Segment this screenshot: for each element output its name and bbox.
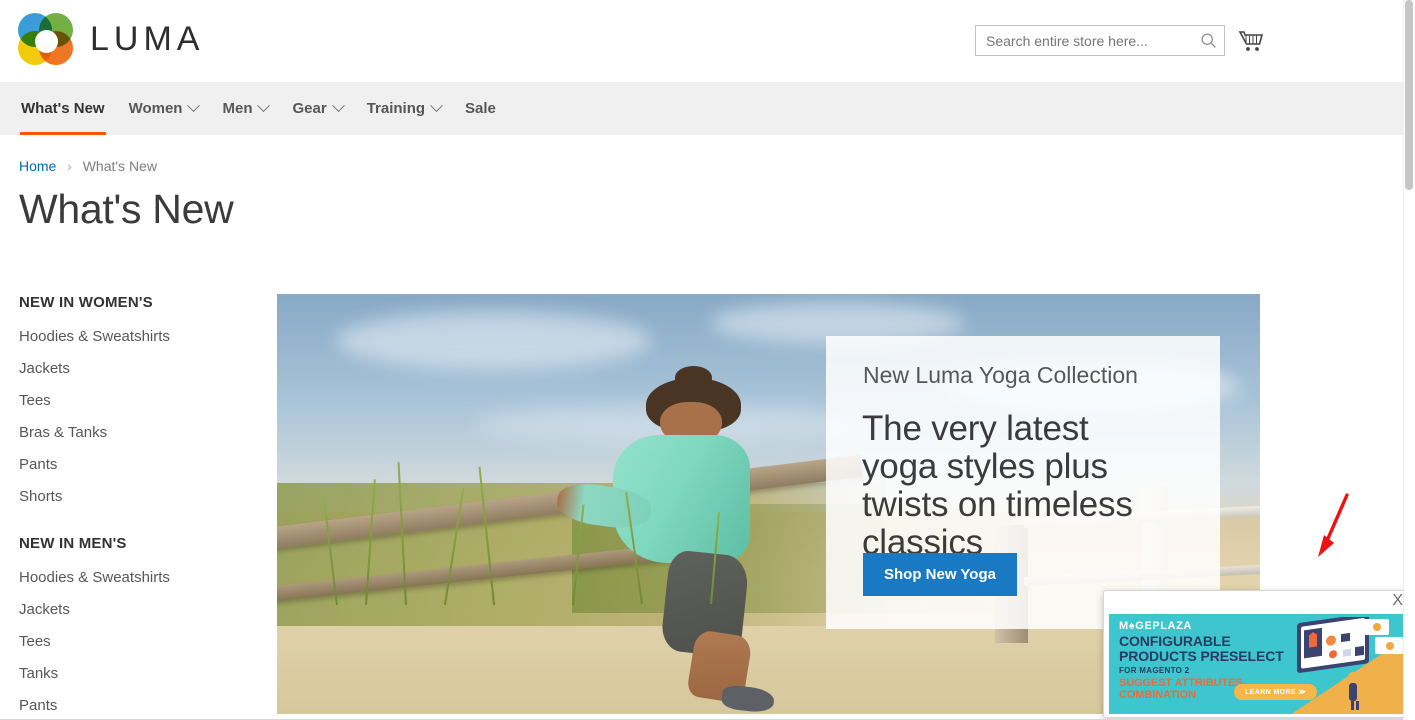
chevron-down-icon (187, 99, 201, 113)
sidebar: NEW IN WOMEN'S Hoodies & Sweatshirts Jac… (19, 294, 259, 720)
breadcrumb-home-link[interactable]: Home (19, 158, 56, 174)
sidebar-group-title: NEW IN MEN'S (19, 535, 127, 552)
nav-item-training[interactable]: Training (355, 82, 453, 135)
page-scrollbar[interactable] (1403, 0, 1415, 720)
sidebar-item-women-hoodies[interactable]: Hoodies & Sweatshirts (19, 328, 259, 345)
scrollbar-thumb[interactable] (1405, 0, 1413, 190)
logo-center-hole (34, 29, 58, 53)
chevron-down-icon (430, 99, 443, 113)
promo-eyebrow: New Luma Yoga Collection (863, 362, 1138, 388)
hero-promo-card: New Luma Yoga Collection The very latest… (826, 336, 1220, 629)
sidebar-item-women-jackets[interactable]: Jackets (19, 360, 259, 377)
nav-item-whats-new[interactable]: What's New (9, 82, 117, 135)
nav-item-sale[interactable]: Sale (453, 82, 508, 135)
main-navigation: What's New Women Men Gear Training Sale (0, 82, 1403, 135)
cart-button[interactable] (1236, 26, 1266, 56)
sidebar-item-women-tees[interactable]: Tees (19, 392, 259, 409)
ad-tagline-line2: COMBINATION (1119, 689, 1196, 701)
ad-banner[interactable]: M♠GEPLAZA CONFIGURABLE PRODUCTS PRESELEC… (1109, 614, 1409, 714)
nav-label: Training (366, 100, 426, 117)
red-arrow-annotation-icon (1318, 493, 1349, 557)
luma-rings-logo-icon (18, 11, 74, 67)
sidebar-item-women-bras-tanks[interactable]: Bras & Tanks (19, 424, 259, 441)
site-header: LUMA (0, 0, 1403, 82)
breadcrumb-separator-icon: › (67, 158, 72, 174)
shop-new-yoga-button[interactable]: Shop New Yoga (863, 553, 1017, 596)
nav-item-gear[interactable]: Gear (280, 82, 354, 135)
breadcrumb: Home › What's New (19, 158, 157, 174)
shopping-cart-icon (1238, 31, 1264, 51)
ad-tagline-line1: SUGGEST ATTRIBUTES (1119, 677, 1243, 689)
search-button[interactable] (1192, 26, 1224, 55)
nav-label: Gear (292, 100, 327, 117)
popup-close-button[interactable]: X (1392, 592, 1403, 610)
hero-cloud (335, 310, 651, 370)
ad-title-line2: PRODUCTS PRESELECT (1119, 648, 1284, 664)
search-icon (1200, 33, 1216, 48)
search-box[interactable] (975, 25, 1225, 56)
browser-page: LUMA What's Ne (0, 0, 1415, 720)
ad-subtitle: FOR MAGENTO 2 (1119, 666, 1190, 675)
logo-wordmark: LUMA (90, 19, 205, 58)
sidebar-item-men-jackets[interactable]: Jackets (19, 601, 259, 618)
promo-headline: The very latest yoga styles plus twists … (862, 409, 1133, 562)
breadcrumb-current: What's New (82, 158, 157, 174)
sidebar-item-men-hoodies[interactable]: Hoodies & Sweatshirts (19, 569, 259, 586)
nav-item-men[interactable]: Men (210, 82, 280, 135)
ad-illustration-icon (1297, 617, 1403, 710)
chevron-down-icon (257, 99, 271, 113)
luma-logo[interactable]: LUMA (18, 11, 204, 67)
sidebar-item-women-shorts[interactable]: Shorts (19, 488, 259, 505)
sidebar-item-men-tanks[interactable]: Tanks (19, 665, 259, 682)
nav-label: Women (128, 100, 183, 117)
sidebar-item-women-pants[interactable]: Pants (19, 456, 259, 473)
mageplaza-popup-ad[interactable]: X M♠GEPLAZA CONFIGURABLE PRODUCTS PRESEL… (1103, 590, 1413, 718)
ad-tagline: SUGGEST ATTRIBUTES COMBINATION (1119, 677, 1243, 701)
nav-label: Sale (465, 100, 496, 117)
sidebar-group-men: NEW IN MEN'S Hoodies & Sweatshirts Jacke… (19, 535, 259, 714)
nav-item-women[interactable]: Women (117, 82, 211, 135)
chevron-down-icon (331, 99, 345, 113)
sidebar-item-men-tees[interactable]: Tees (19, 633, 259, 650)
page-title: What's New (19, 186, 234, 232)
ad-brand-label: M♠GEPLAZA (1119, 620, 1192, 632)
ad-title: CONFIGURABLE PRODUCTS PRESELECT (1119, 634, 1284, 664)
model-shoe (720, 684, 775, 714)
search-input[interactable] (976, 32, 1192, 49)
sidebar-group-title: NEW IN WOMEN'S (19, 294, 153, 311)
sidebar-group-women: NEW IN WOMEN'S Hoodies & Sweatshirts Jac… (19, 294, 259, 505)
nav-label: Men (222, 100, 253, 117)
nav-label: What's New (21, 100, 105, 117)
sidebar-item-men-pants[interactable]: Pants (19, 697, 259, 714)
ad-title-line1: CONFIGURABLE (1119, 633, 1231, 649)
